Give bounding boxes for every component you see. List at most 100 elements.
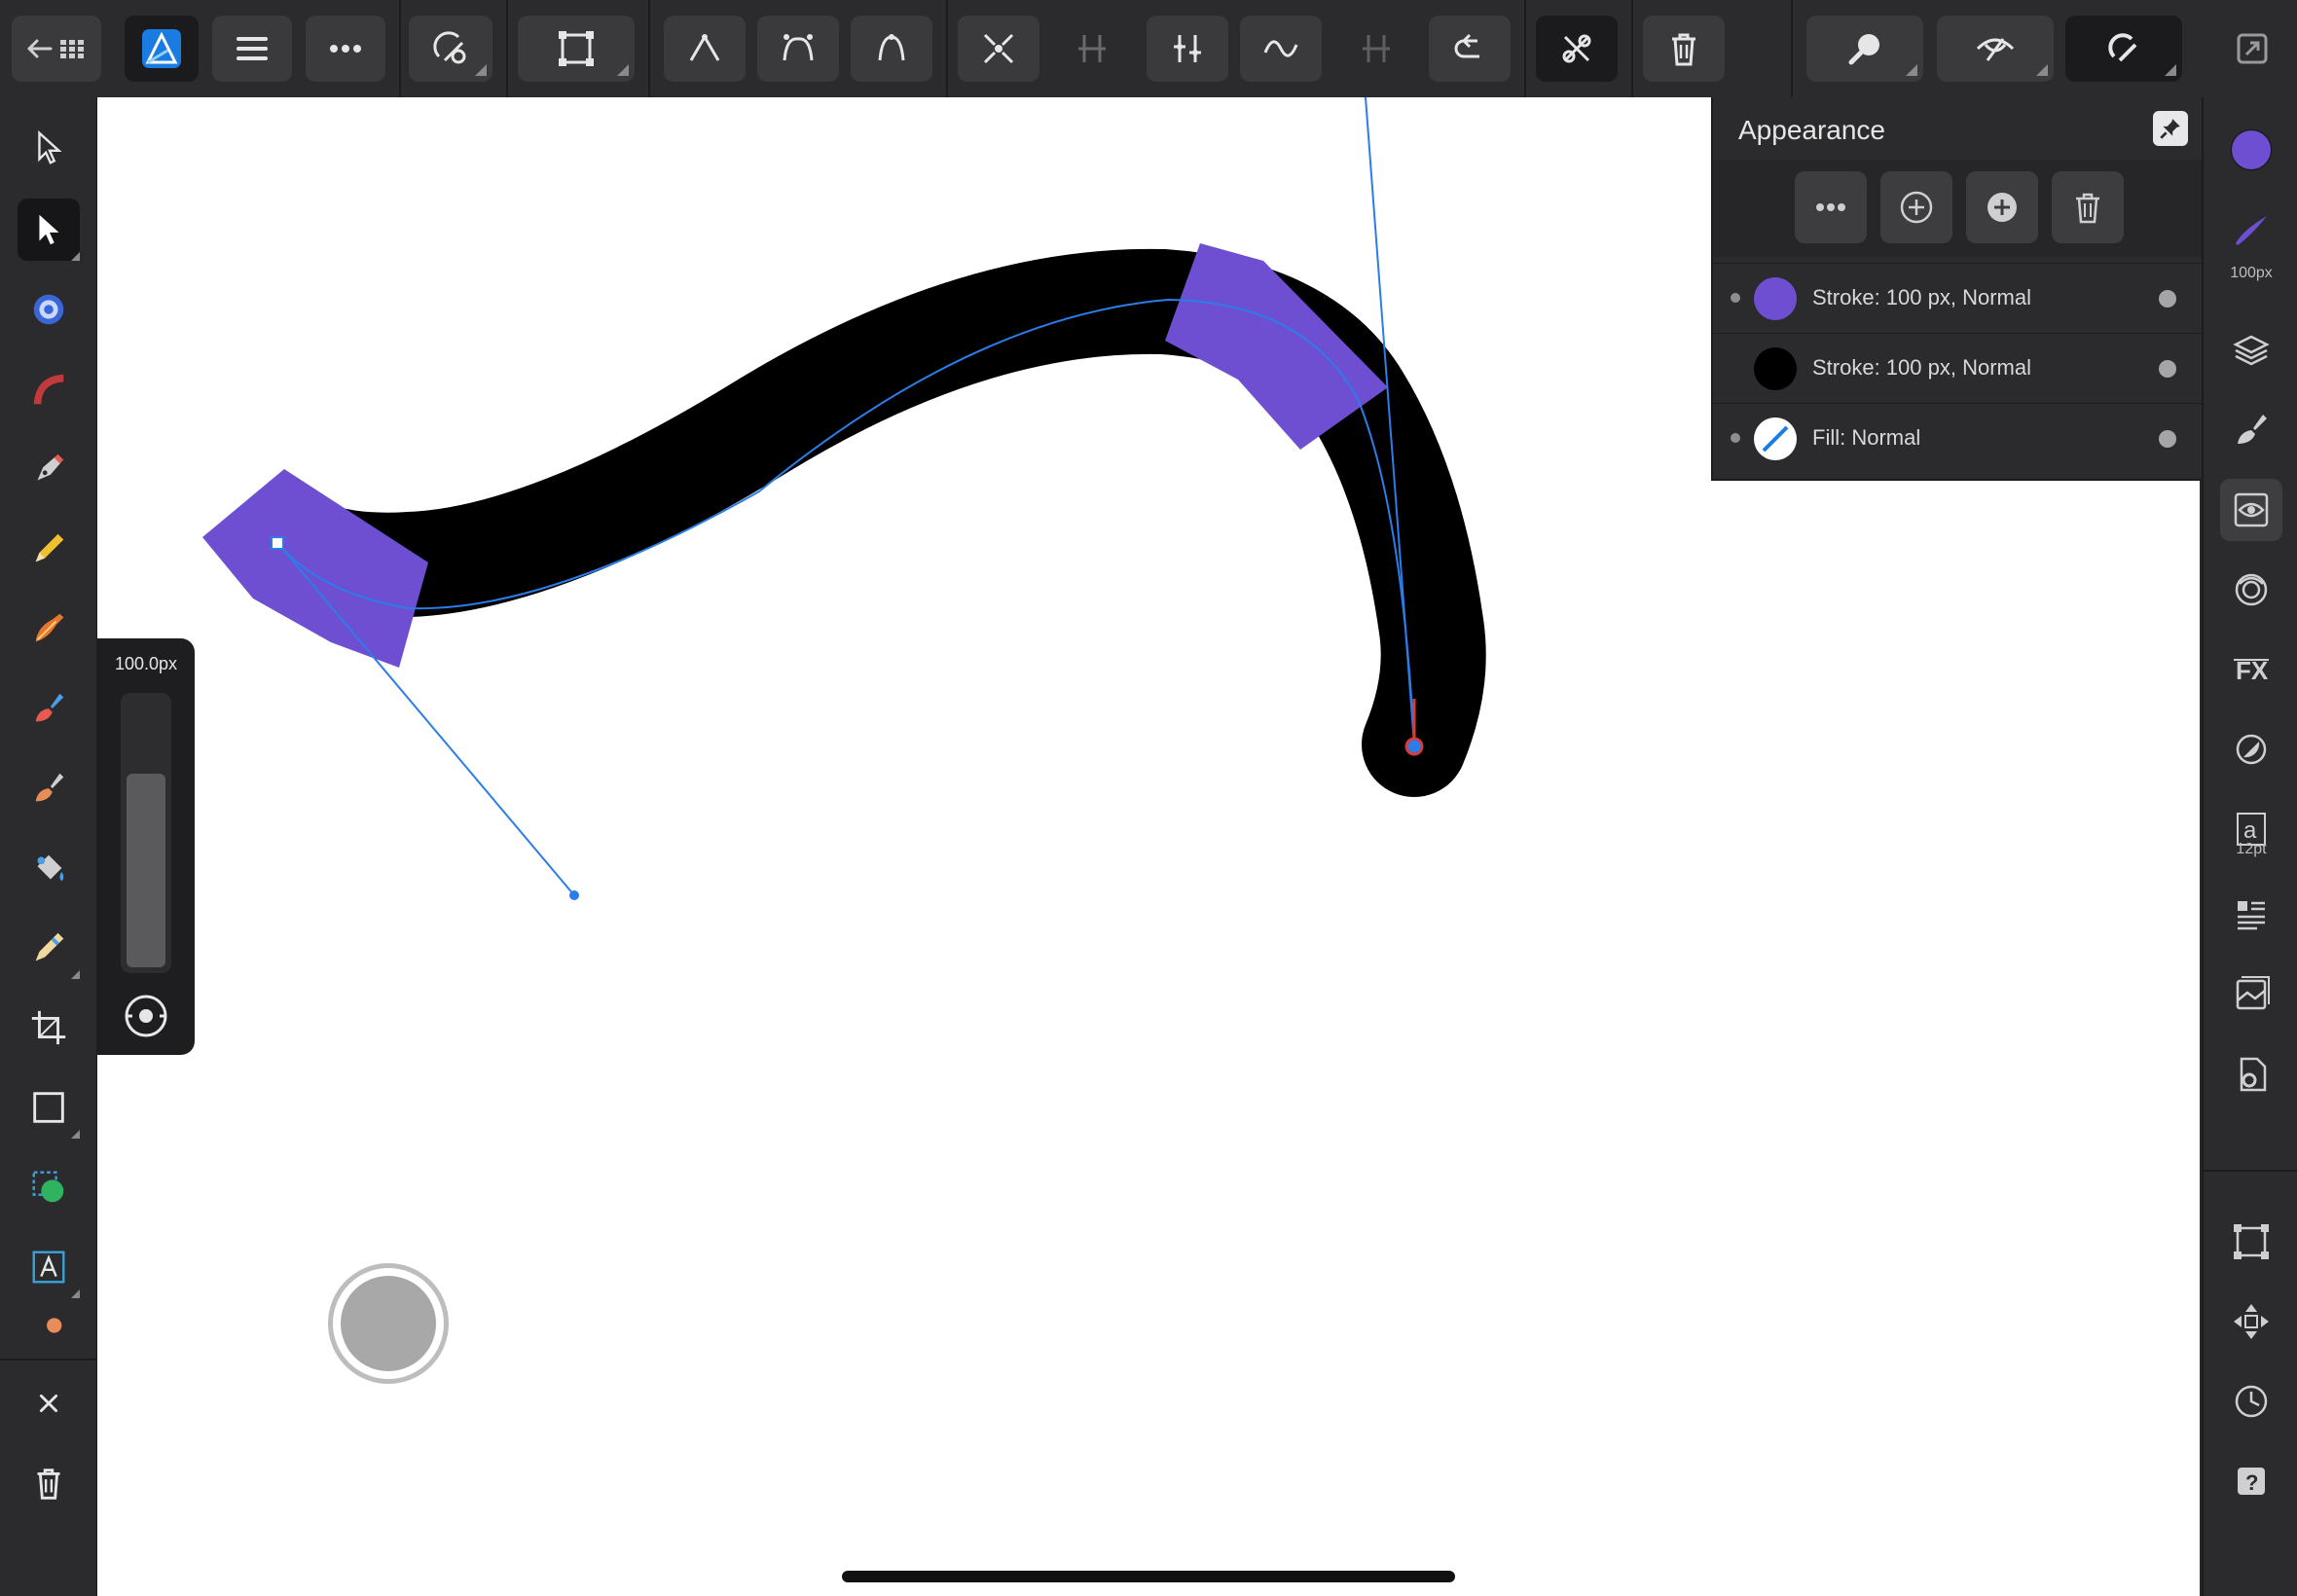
vector-brush-icon (35, 613, 64, 642)
close-curve-button[interactable] (1335, 16, 1417, 82)
smooth-node-button[interactable] (757, 16, 839, 82)
stock-studio-button[interactable] (2220, 963, 2282, 1026)
select-all-nodes-button[interactable] (1536, 16, 1618, 82)
modifier-inner[interactable] (341, 1276, 436, 1371)
modifier-button[interactable] (328, 1263, 449, 1384)
appearance-more-button[interactable] (1795, 171, 1867, 243)
fill-swatch-none[interactable] (1754, 417, 1797, 460)
pin-panel-button[interactable] (2153, 111, 2188, 146)
reverse-curve-button[interactable] (1147, 16, 1228, 82)
row-label: Stroke: 100 px, Normal (1812, 285, 2031, 309)
text-frame-icon (32, 1251, 65, 1284)
pencil-tool[interactable] (18, 518, 80, 580)
gradient-tool[interactable] (18, 358, 80, 420)
svg-text:?: ? (2245, 1470, 2258, 1495)
appearance-panel: Appearance Stroke: 100 px, Normal Stroke… (1711, 97, 2202, 481)
pixel-brush-tool[interactable] (18, 757, 80, 819)
fill-bucket-tool[interactable] (18, 837, 80, 899)
pressure-toggle-button[interactable] (119, 989, 173, 1043)
partial-tool-icon (47, 1318, 62, 1333)
smart-node-button[interactable] (851, 16, 932, 82)
corner-tool[interactable] (18, 278, 80, 341)
row-options-dot[interactable] (2159, 360, 2176, 378)
image-stack-icon (2236, 976, 2270, 1010)
close-icon (39, 1394, 58, 1413)
zoom-button[interactable] (1806, 16, 1923, 82)
flyout-indicator (1906, 64, 1917, 76)
start-node[interactable] (271, 536, 284, 550)
effects-studio-button[interactable]: FX (2220, 638, 2282, 701)
stroke-swatch[interactable] (1754, 277, 1797, 320)
stroke-brush-well[interactable] (2220, 199, 2282, 261)
rectangle-tool[interactable] (18, 1076, 80, 1139)
crop-tool[interactable] (18, 997, 80, 1059)
persona-designer-button[interactable] (125, 16, 199, 82)
help-studio-button[interactable]: ? (2220, 1450, 2282, 1512)
brushes-studio-button[interactable] (2220, 399, 2282, 461)
vector-brush-tool[interactable] (18, 598, 80, 660)
row-options-dot[interactable] (2159, 290, 2176, 308)
smooth-curve-button[interactable] (1240, 16, 1322, 82)
pen-tool[interactable] (18, 438, 80, 500)
transparency-studio-button[interactable] (2220, 718, 2282, 780)
place-image-tool[interactable] (18, 1156, 80, 1218)
sharp-node-button[interactable] (664, 16, 746, 82)
end-node[interactable] (1404, 737, 1424, 756)
align-nodes-icon (1078, 35, 1106, 62)
add-stroke-button[interactable] (1880, 171, 1952, 243)
row-label: Fill: Normal (1812, 425, 1921, 450)
row-visibility-dot[interactable] (1731, 293, 1740, 303)
history-studio-button[interactable] (2220, 1370, 2282, 1433)
magnifier-icon (1848, 34, 1879, 65)
collapse-icon (2237, 33, 2268, 64)
transform-studio-button[interactable] (2220, 1211, 2282, 1273)
artistic-text-tool[interactable] (18, 1236, 80, 1298)
width-slider-fill[interactable] (127, 774, 165, 967)
purple-stroke-start[interactable] (202, 469, 428, 668)
handle-knob-start[interactable] (569, 890, 579, 900)
break-curve-button[interactable] (958, 16, 1039, 82)
home-indicator[interactable] (842, 1571, 1455, 1582)
paragraph-studio-button[interactable] (2220, 884, 2282, 946)
fill-tool[interactable] (18, 677, 80, 740)
move-tool[interactable] (18, 117, 80, 179)
trash-icon (37, 1469, 60, 1500)
stroke-studio-button[interactable] (2220, 559, 2282, 621)
documents-button[interactable] (12, 16, 101, 82)
view-mode-button[interactable] (1937, 16, 2054, 82)
layers-studio-button[interactable] (2220, 319, 2282, 381)
appearance-studio-button[interactable] (2220, 479, 2282, 541)
layers-icon (2233, 335, 2270, 366)
width-slider[interactable] (121, 693, 171, 973)
add-outline-icon (1900, 191, 1933, 224)
appearance-row-stroke-black[interactable]: Stroke: 100 px, Normal (1713, 333, 2202, 404)
row-visibility-dot[interactable] (1731, 433, 1740, 443)
appearance-row-stroke-purple[interactable]: Stroke: 100 px, Normal (1713, 263, 2202, 334)
transform-mode-button[interactable] (518, 16, 635, 82)
node-tool[interactable] (18, 199, 80, 261)
snapping-toggle-button[interactable] (2065, 16, 2182, 82)
join-curves-button[interactable] (1051, 16, 1133, 82)
smooth-corner-icon (783, 34, 814, 61)
studio-divider (2204, 1170, 2297, 1172)
cancel-button[interactable] (18, 1372, 80, 1434)
stroke-swatch[interactable] (1754, 347, 1797, 390)
transparency-tool[interactable] (18, 917, 80, 979)
appearance-row-fill[interactable]: Fill: Normal (1713, 403, 2202, 474)
document-settings-button[interactable] (2220, 1043, 2282, 1106)
tools-divider (0, 1359, 96, 1360)
add-fill-button[interactable] (1966, 171, 2038, 243)
delete-appearance-button[interactable] (2052, 171, 2124, 243)
magnet-icon (2108, 33, 2137, 62)
hide-ui-button[interactable] (2225, 16, 2279, 82)
undo-node-button[interactable] (1429, 16, 1511, 82)
delete-node-button[interactable] (1643, 16, 1725, 82)
fill-color-well[interactable] (2220, 119, 2282, 181)
more-tools[interactable] (18, 1310, 80, 1339)
main-menu-button[interactable] (212, 16, 292, 82)
more-button[interactable] (306, 16, 385, 82)
navigator-studio-button[interactable] (2220, 1290, 2282, 1353)
row-options-dot[interactable] (2159, 430, 2176, 448)
snapping-button[interactable] (409, 16, 492, 82)
delete-button[interactable] (18, 1452, 80, 1514)
